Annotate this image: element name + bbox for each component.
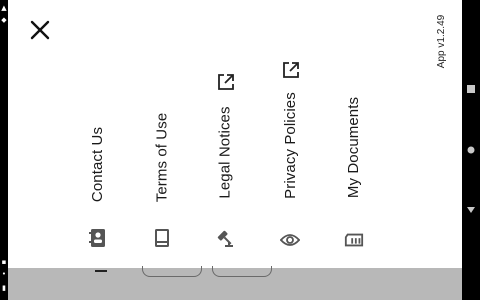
menu-item-label: Legal Notices: [216, 105, 234, 199]
back-button[interactable]: [466, 205, 476, 215]
back-icon: [467, 207, 475, 213]
clock-icon: •: [1, 270, 7, 278]
home-icon: [467, 146, 475, 154]
menu-item-label: Contact Us: [89, 126, 107, 202]
menu-item-privacy-policies[interactable]: Privacy Policies: [275, 58, 305, 255]
menu-item-terms-of-use[interactable]: Terms of Use: [147, 96, 177, 255]
menu-item-my-documents[interactable]: My Documents: [339, 88, 369, 255]
status-bar: ▲ ◆ ▪ • ▮: [0, 0, 8, 300]
wifi-icon: ◆: [1, 16, 7, 24]
book-icon: [152, 228, 172, 248]
menu-item-label: Terms of Use: [153, 112, 171, 202]
app-version-label: App v1.2.49: [436, 14, 448, 68]
gavel-icon: [215, 228, 235, 248]
menu-item-contact-us[interactable]: Contact Us: [83, 110, 113, 255]
eye-icon: [280, 230, 300, 250]
recents-icon: [467, 85, 475, 93]
menu-item-legal-notices[interactable]: Legal Notices: [210, 70, 240, 255]
sheet-handle: [95, 270, 107, 272]
app-version: App v1.2.49: [432, 14, 452, 68]
close-icon: [30, 20, 50, 40]
sheet-tab[interactable]: [142, 266, 202, 277]
close-button[interactable]: [28, 18, 52, 42]
external-link-icon: [216, 72, 236, 92]
sheet-tab[interactable]: [212, 266, 272, 277]
external-link-icon: [281, 60, 301, 80]
signal-icon: ▲: [1, 4, 7, 12]
home-button[interactable]: [466, 145, 476, 155]
battery-icon: ▮: [2, 284, 6, 292]
menu-item-label: My Documents: [345, 96, 363, 198]
recents-button[interactable]: [466, 84, 476, 94]
contact-card-icon: [88, 228, 108, 248]
document-icon: [344, 230, 364, 250]
menu-item-label: Privacy Policies: [281, 91, 299, 199]
screen: ▲ ◆ ▪ • ▮ App v1.2.49 Contact Us Terms o…: [0, 0, 480, 300]
notification-icon: ▪: [1, 258, 7, 266]
